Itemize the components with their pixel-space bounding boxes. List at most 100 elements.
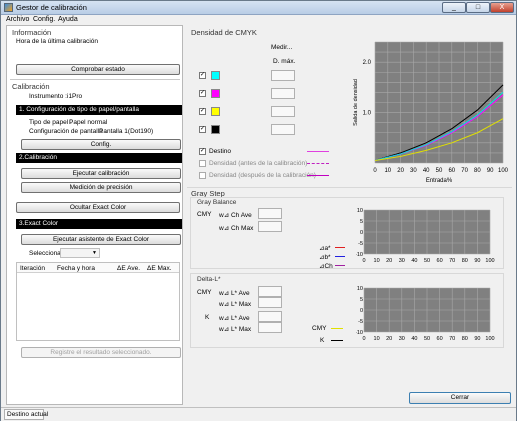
l-ave-label: w⊿ L* Ave xyxy=(219,290,250,297)
calibration-heading: Calibración xyxy=(12,82,50,91)
x-tick-label: 0 xyxy=(362,258,365,264)
info-heading: Información xyxy=(12,28,52,37)
table-header-row: Iteración Fecha y hora ΔE Ave. ΔE Max. xyxy=(17,263,179,273)
yellow-checkbox[interactable]: ✓ xyxy=(199,108,206,115)
x-tick-label: 40 xyxy=(411,258,417,264)
cyan-dmax-field[interactable] xyxy=(271,70,295,81)
cyan-checkbox[interactable]: ✓ xyxy=(199,72,206,79)
y-tick-label: 10 xyxy=(357,286,363,292)
window-title: Gestor de calibración xyxy=(16,3,87,12)
ch-ave-field[interactable] xyxy=(258,208,282,219)
x-tick-label: 80 xyxy=(462,258,468,264)
menu-bar: Archivo Config. Ayuda xyxy=(1,15,516,25)
divider xyxy=(10,79,180,80)
target-checkbox[interactable]: ✓ xyxy=(199,148,206,155)
dmax-label: D. máx. xyxy=(273,58,296,65)
minimize-button[interactable]: _ xyxy=(442,2,466,13)
close-button[interactable]: Cerrar xyxy=(409,392,511,404)
l-ave-k-field[interactable] xyxy=(258,311,282,322)
legend-k-label: K xyxy=(320,337,325,344)
before-checkbox[interactable] xyxy=(199,160,206,167)
y-tick-label: -5 xyxy=(358,241,363,247)
col-iteration[interactable]: Iteración xyxy=(20,265,45,272)
before-label: Densidad (antes de la calibración) xyxy=(209,160,308,167)
instrument-label: Instrumento : xyxy=(29,93,67,100)
menu-file[interactable]: Archivo xyxy=(6,16,29,23)
magenta-dmax-field[interactable] xyxy=(271,88,295,99)
gray-balance-chart: 01020304050607080901001050-5-10 xyxy=(356,208,495,264)
legend-cmy-line xyxy=(331,328,343,329)
y-tick-label: -10 xyxy=(356,252,363,258)
x-tick-label: 20 xyxy=(386,258,392,264)
x-tick-label: 80 xyxy=(474,168,481,174)
close-window-button[interactable]: X xyxy=(490,2,514,13)
measure-label: Medir... xyxy=(271,44,293,51)
x-tick-label: 0 xyxy=(362,336,365,342)
x-tick-label: 90 xyxy=(487,168,494,174)
paper-type-label: Tipo de papel : xyxy=(29,119,72,126)
screen-config-label: Configuración de pantalla : xyxy=(29,128,107,135)
l-max-k-label: w⊿ L* Max xyxy=(219,326,252,333)
hide-exact-color-button[interactable]: Ocultar Exact Color xyxy=(16,202,180,213)
col-de-max[interactable]: ΔE Max. xyxy=(147,265,172,272)
select-dropdown[interactable]: ▼ xyxy=(60,248,100,258)
config-button[interactable]: Config. xyxy=(21,139,181,150)
run-calibration-button[interactable]: Ejecutar calibración xyxy=(21,168,181,179)
col-datetime[interactable]: Fecha y hora xyxy=(57,265,95,272)
y-tick-label: 1.0 xyxy=(363,111,372,117)
black-dmax-field[interactable] xyxy=(271,124,295,135)
check-status-button[interactable]: Comprobar estado xyxy=(16,64,180,75)
precision-measure-button[interactable]: Medición de precisión xyxy=(21,182,181,193)
title-bar: Gestor de calibración _ □ X xyxy=(1,1,516,15)
x-tick-label: 30 xyxy=(399,336,405,342)
y-tick-label: 5 xyxy=(360,297,363,303)
cmy-label-2: CMY xyxy=(197,289,212,296)
after-checkbox[interactable] xyxy=(199,172,206,179)
iteration-table[interactable]: Iteración Fecha y hora ΔE Ave. ΔE Max. xyxy=(16,262,180,341)
cmy-label: CMY xyxy=(197,211,212,218)
y-tick-label: 0 xyxy=(360,308,363,314)
delta-l-chart: 01020304050607080901001050-5-10 xyxy=(356,286,495,342)
paper-type-value: Papel normal xyxy=(69,119,108,126)
legend-k-line xyxy=(331,340,343,341)
x-tick-label: 70 xyxy=(449,336,455,342)
legend-dch-line xyxy=(335,265,345,266)
delta-l-group: Delta-L* CMY w⊿ L* Ave w⊿ L* Max K w⊿ L*… xyxy=(190,273,504,348)
magenta-swatch xyxy=(211,89,220,98)
l-max-cmy-field[interactable] xyxy=(258,297,282,308)
legend-db-label: ⊿b* xyxy=(319,254,331,261)
yellow-dmax-field[interactable] xyxy=(271,106,295,117)
x-tick-label: 40 xyxy=(423,168,430,174)
x-tick-label: 50 xyxy=(436,168,443,174)
divider xyxy=(187,187,512,188)
status-target-field: Destino actual xyxy=(4,409,48,420)
x-tick-label: 70 xyxy=(461,168,468,174)
black-checkbox[interactable]: ✓ xyxy=(199,126,206,133)
y-tick-label: 10 xyxy=(357,208,363,214)
ch-max-field[interactable] xyxy=(258,221,282,232)
x-axis-label: Entrada% xyxy=(426,178,453,184)
legend-dch-label: ⊿Ch xyxy=(319,263,333,270)
magenta-checkbox[interactable]: ✓ xyxy=(199,90,206,97)
left-panel: Información Hora de la última calibració… xyxy=(6,25,183,405)
after-label: Densidad (después de la calibración) xyxy=(209,172,316,179)
maximize-button[interactable]: □ xyxy=(466,2,490,13)
menu-help[interactable]: Ayuda xyxy=(58,16,78,23)
x-tick-label: 90 xyxy=(474,258,480,264)
step3-header: 3.Exact Color xyxy=(16,219,182,229)
register-result-button[interactable]: Registre el resultado seleccionado. xyxy=(21,347,181,358)
col-de-ave[interactable]: ΔE Ave. xyxy=(117,265,140,272)
menu-config[interactable]: Config. xyxy=(33,16,55,23)
l-max-k-field[interactable] xyxy=(258,322,282,333)
after-legend-line xyxy=(307,175,329,176)
x-tick-label: 100 xyxy=(485,336,494,342)
x-tick-label: 60 xyxy=(437,258,443,264)
legend-da-line xyxy=(335,247,345,248)
y-tick-label: -10 xyxy=(356,330,363,336)
before-legend-line xyxy=(307,163,329,164)
exact-color-wizard-button[interactable]: Ejecutar asistente de Exact Color xyxy=(21,234,181,245)
l-ave-cmy-field[interactable] xyxy=(258,286,282,297)
step1-header: 1. Configuración de tipo de papel/pantal… xyxy=(16,105,182,115)
status-text: Destino actual xyxy=(7,411,49,418)
target-label: Destino xyxy=(209,148,232,155)
